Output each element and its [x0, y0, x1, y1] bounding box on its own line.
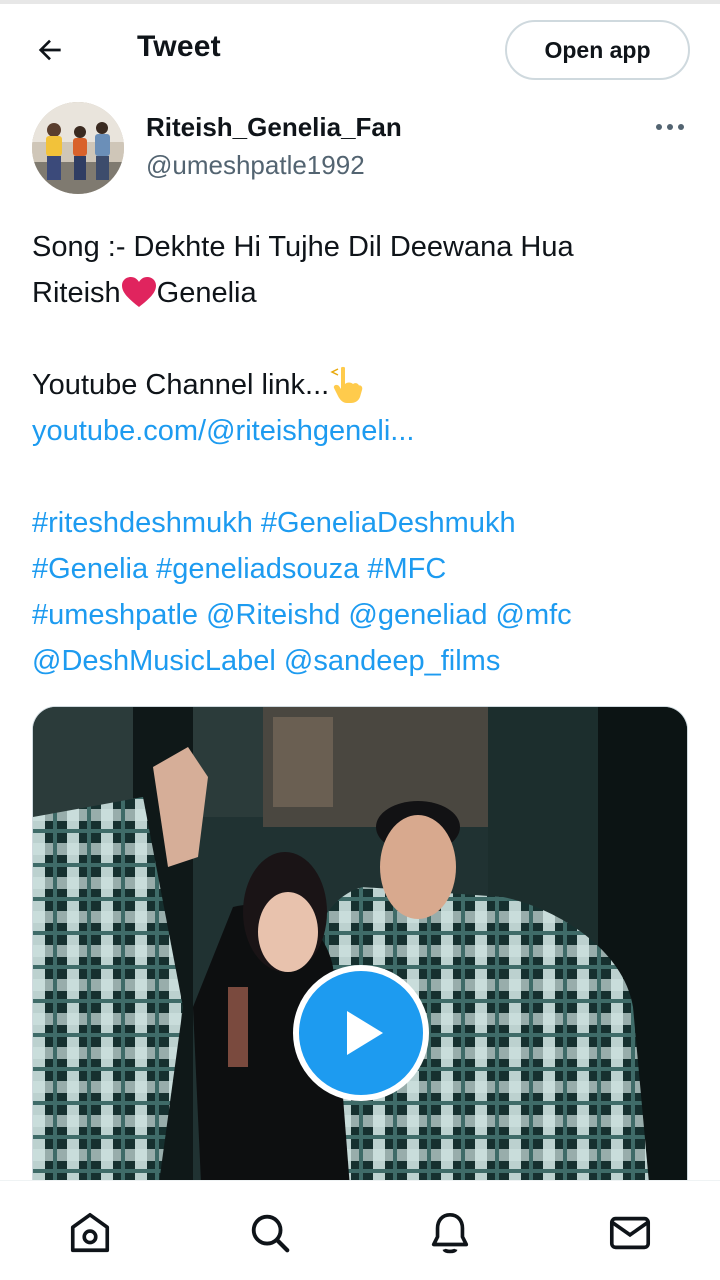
header: Tweet Open app	[0, 4, 720, 92]
back-button[interactable]	[26, 26, 74, 74]
heart-emoji-icon	[121, 277, 156, 307]
notifications-icon	[431, 1212, 469, 1254]
youtube-link[interactable]: youtube.com/@riteishgeneli...	[32, 408, 692, 454]
open-app-button[interactable]: Open app	[505, 20, 690, 80]
more-horizontal-icon	[656, 124, 662, 130]
tweet-line: Riteish Genelia	[32, 277, 257, 309]
nav-home[interactable]	[66, 1209, 114, 1257]
mentions-line[interactable]: @DeshMusicLabel @sandeep_films	[32, 638, 692, 684]
page-title: Tweet	[137, 30, 221, 63]
hashtags-line[interactable]: #riteshdeshmukh #GeneliaDeshmukh	[32, 500, 692, 546]
hashtags-line[interactable]: #umeshpatle @Riteishd @geneliad @mfc	[32, 592, 692, 638]
arrow-left-icon	[38, 39, 61, 61]
nav-notifications[interactable]	[426, 1209, 474, 1257]
avatar[interactable]	[32, 102, 124, 194]
author-handle[interactable]: @umeshpatle1992	[146, 150, 365, 181]
nav-messages[interactable]	[606, 1209, 654, 1257]
tweet-text: Song :- Dekhte Hi Tujhe Dil Deewana Hua …	[32, 224, 692, 684]
bottom-navigation	[0, 1180, 720, 1280]
tweet-line: Youtube Channel link...	[32, 362, 692, 408]
hashtags-line[interactable]: #Genelia #geneliadsouza #MFC	[32, 546, 692, 592]
avatar-photo	[32, 102, 124, 194]
play-button[interactable]	[293, 965, 429, 1101]
nav-search[interactable]	[246, 1209, 294, 1257]
author-name[interactable]: Riteish_Genelia_Fan	[146, 112, 402, 143]
play-icon	[347, 1011, 383, 1055]
pointing-down-emoji-icon	[330, 366, 363, 403]
more-options-button[interactable]	[650, 112, 690, 142]
home-icon	[70, 1212, 110, 1253]
search-icon	[251, 1214, 290, 1253]
video-media[interactable]	[32, 706, 688, 1226]
tweet-line: Song :- Dekhte Hi Tujhe Dil Deewana Hua	[32, 231, 574, 263]
messages-icon	[609, 1216, 651, 1250]
